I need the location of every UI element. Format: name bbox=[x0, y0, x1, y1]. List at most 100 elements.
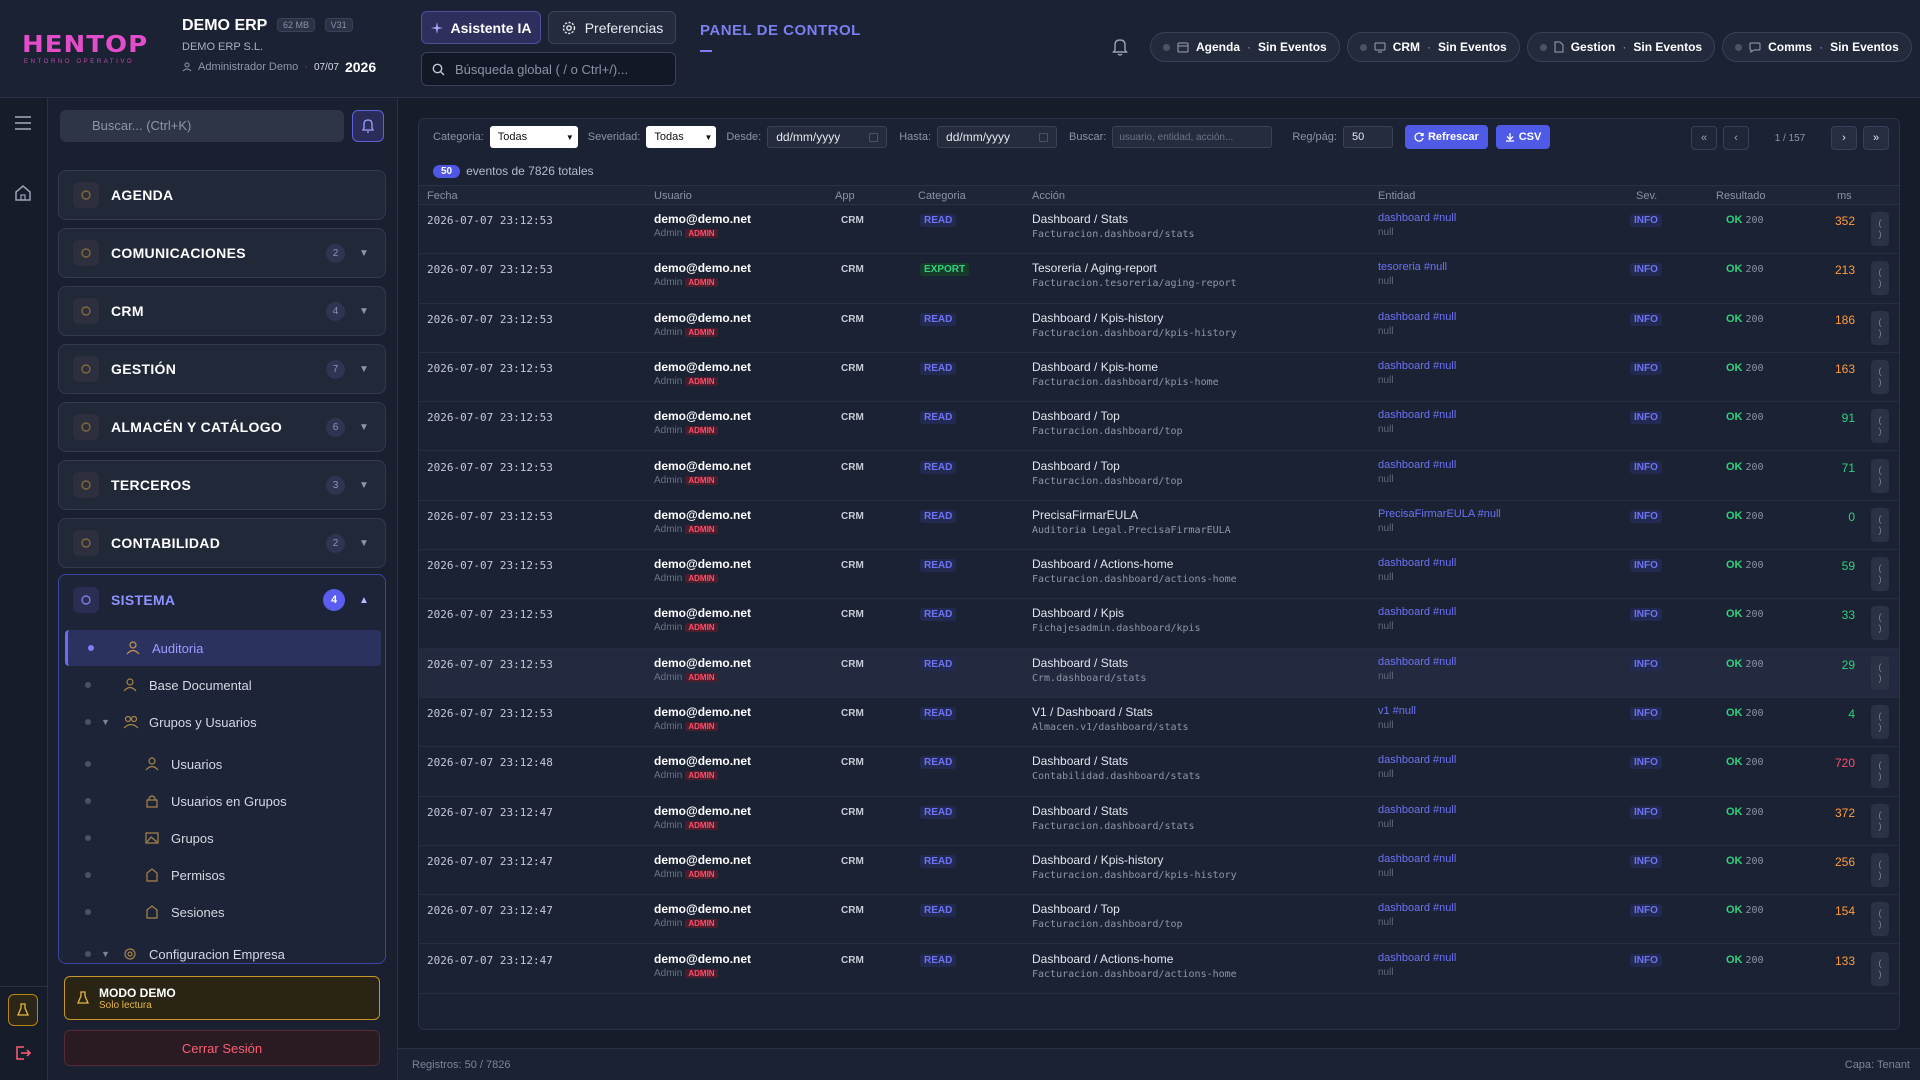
sidebar-item-permisos[interactable]: Permisos bbox=[65, 857, 381, 893]
expand-row-button[interactable]: () bbox=[1871, 310, 1889, 345]
demo-mode-rail-icon[interactable] bbox=[8, 994, 38, 1026]
expand-row-button[interactable]: () bbox=[1871, 557, 1889, 592]
entity-link[interactable]: dashboard #null bbox=[1378, 853, 1456, 865]
entity-link[interactable]: dashboard #null bbox=[1378, 754, 1456, 766]
expand-row-button[interactable]: () bbox=[1871, 951, 1889, 986]
expand-row-button[interactable]: () bbox=[1871, 212, 1889, 246]
table-row[interactable]: 2026-07-07 23:12:53 demo@demo.net Admin ADM… bbox=[419, 254, 1899, 304]
table-row[interactable]: 2026-07-07 23:12:53 demo@demo.net Admin ADM… bbox=[419, 205, 1899, 255]
entity-link[interactable]: tesoreria #null bbox=[1378, 261, 1447, 273]
sidebar-item-usuarios[interactable]: Usuarios bbox=[65, 746, 381, 782]
sidebar-item-sesiones[interactable]: Sesiones bbox=[65, 894, 381, 930]
col-header-resultado[interactable]: Resultado bbox=[1716, 190, 1766, 202]
module-crm[interactable]: CRM 4 ▼ bbox=[58, 286, 386, 336]
buscar-input[interactable]: usuario, entidad, acción... bbox=[1112, 126, 1273, 148]
module-terceros[interactable]: TERCEROS 3 ▼ bbox=[58, 460, 386, 510]
expand-row-button[interactable]: () bbox=[1871, 902, 1889, 937]
severidad-select[interactable]: Todas ▼ bbox=[646, 126, 717, 148]
table-row[interactable]: 2026-07-07 23:12:53 demo@demo.net Admin ADM… bbox=[419, 648, 1899, 698]
col-header-sev[interactable]: Sev. bbox=[1636, 190, 1657, 202]
table-row[interactable]: 2026-07-07 23:12:53 demo@demo.net Admin ADM… bbox=[419, 550, 1899, 600]
expand-row-button[interactable]: () bbox=[1871, 754, 1889, 789]
expand-row-button[interactable]: () bbox=[1871, 606, 1889, 641]
expand-row-button[interactable]: () bbox=[1871, 261, 1889, 296]
sidebar-item-base-documental[interactable]: Base Documental bbox=[65, 667, 381, 703]
expand-row-button[interactable]: () bbox=[1871, 359, 1889, 394]
col-header-app[interactable]: App bbox=[835, 190, 855, 202]
entity-link[interactable]: v1 #null bbox=[1378, 705, 1416, 717]
status-chip-agenda[interactable]: Agenda · Sin Eventos bbox=[1150, 32, 1340, 62]
entity-link[interactable]: dashboard #null bbox=[1378, 606, 1456, 618]
home-icon[interactable] bbox=[14, 184, 32, 205]
sidebar-item-grupos-usuarios[interactable]: ▼ Grupos y Usuarios bbox=[65, 704, 381, 740]
ai-assistant-button[interactable]: Asistente IA bbox=[421, 11, 541, 44]
notifications-bell-icon[interactable] bbox=[1112, 38, 1128, 59]
status-chip-comms[interactable]: Comms · Sin Eventos bbox=[1722, 32, 1912, 62]
regpag-input[interactable]: 50 bbox=[1342, 126, 1393, 148]
sidebar-search-input[interactable]: Buscar... (Ctrl+K) bbox=[60, 110, 344, 142]
table-row[interactable]: 2026-07-07 23:12:47 demo@demo.net Admin ADM… bbox=[419, 895, 1899, 945]
entity-link[interactable]: dashboard #null bbox=[1378, 902, 1456, 914]
module-gestion[interactable]: GESTIÓN 7 ▼ bbox=[58, 344, 386, 394]
sidebar-item-configuracion-empresa[interactable]: ▼ Configuracion Empresa bbox=[65, 936, 381, 963]
expand-row-button[interactable]: () bbox=[1871, 458, 1889, 493]
expand-row-button[interactable]: () bbox=[1871, 852, 1889, 887]
table-row[interactable]: 2026-07-07 23:12:47 demo@demo.net Admin ADM… bbox=[419, 945, 1899, 994]
entity-link[interactable]: dashboard #null bbox=[1378, 804, 1456, 816]
col-header-accion[interactable]: Acción bbox=[1032, 190, 1065, 202]
calendar-icon[interactable] bbox=[1039, 132, 1049, 142]
last-page-button[interactable]: » bbox=[1863, 126, 1889, 150]
prev-page-button[interactable]: ‹ bbox=[1723, 126, 1749, 150]
sidebar-item-usuarios-en-grupos[interactable]: Usuarios en Grupos bbox=[65, 783, 381, 819]
status-chip-gestion[interactable]: Gestion · Sin Eventos bbox=[1526, 32, 1716, 62]
desde-date-input[interactable]: dd/mm/yyyy bbox=[767, 126, 888, 148]
app-logo[interactable]: HENTOP ENTORNO OPERATIVO bbox=[22, 32, 147, 65]
entity-link[interactable]: dashboard #null bbox=[1378, 656, 1456, 668]
sidebar-notifications-button[interactable] bbox=[352, 110, 384, 142]
entity-link[interactable]: dashboard #null bbox=[1378, 311, 1456, 323]
sidebar-item-auditoria[interactable]: Auditoria bbox=[65, 630, 381, 666]
hamburger-menu-icon[interactable] bbox=[14, 116, 32, 133]
refresh-button[interactable]: Refrescar bbox=[1404, 125, 1488, 149]
expand-row-button[interactable]: () bbox=[1871, 803, 1889, 838]
table-row[interactable]: 2026-07-07 23:12:47 demo@demo.net Admin ADM… bbox=[419, 797, 1899, 846]
table-row[interactable]: 2026-07-07 23:12:53 demo@demo.net Admin ADM… bbox=[419, 452, 1899, 501]
table-row[interactable]: 2026-07-07 23:12:53 demo@demo.net Admin ADM… bbox=[419, 501, 1899, 551]
calendar-icon[interactable] bbox=[869, 132, 879, 142]
hasta-date-input[interactable]: dd/mm/yyyy bbox=[937, 126, 1058, 148]
csv-export-button[interactable]: CSV bbox=[1495, 125, 1551, 149]
table-row[interactable]: 2026-07-07 23:12:53 demo@demo.net Admin ADM… bbox=[419, 304, 1899, 353]
col-header-categoria[interactable]: Categoria bbox=[918, 190, 966, 202]
status-chip-crm[interactable]: CRM · Sin Eventos bbox=[1346, 32, 1520, 62]
col-header-fecha[interactable]: Fecha bbox=[427, 190, 458, 202]
module-comunicaciones[interactable]: COMUNICACIONES 2 ▼ bbox=[58, 228, 386, 278]
table-row[interactable]: 2026-07-07 23:12:48 demo@demo.net Admin ADM… bbox=[419, 747, 1899, 797]
first-page-button[interactable]: « bbox=[1691, 126, 1717, 150]
logout-button[interactable]: Cerrar Sesión bbox=[64, 1030, 380, 1066]
table-row[interactable]: 2026-07-07 23:12:53 demo@demo.net Admin ADM… bbox=[419, 353, 1899, 403]
entity-link[interactable]: PrecisaFirmarEULA #null bbox=[1378, 508, 1501, 520]
table-row[interactable]: 2026-07-07 23:12:53 demo@demo.net Admin ADM… bbox=[419, 402, 1899, 452]
entity-link[interactable]: dashboard #null bbox=[1378, 212, 1456, 224]
global-search-input[interactable]: Búsqueda global ( / o Ctrl+/)... bbox=[421, 52, 676, 86]
col-header-usuario[interactable]: Usuario bbox=[654, 190, 692, 202]
expand-row-button[interactable]: () bbox=[1871, 507, 1889, 542]
categoria-select[interactable]: Todas ▼ bbox=[489, 126, 578, 148]
preferences-button[interactable]: Preferencias bbox=[548, 11, 676, 44]
logout-icon[interactable] bbox=[14, 1044, 32, 1065]
table-row[interactable]: 2026-07-07 23:12:53 demo@demo.net Admin ADM… bbox=[419, 698, 1899, 748]
sidebar-item-grupos[interactable]: Grupos bbox=[65, 820, 381, 856]
col-header-ms[interactable]: ms bbox=[1837, 190, 1852, 202]
module-almacen[interactable]: ALMACÉN Y CATÁLOGO 6 ▼ bbox=[58, 402, 386, 452]
entity-link[interactable]: dashboard #null bbox=[1378, 952, 1456, 964]
entity-link[interactable]: dashboard #null bbox=[1378, 409, 1456, 421]
entity-link[interactable]: dashboard #null bbox=[1378, 459, 1456, 471]
table-row[interactable]: 2026-07-07 23:12:47 demo@demo.net Admin ADM… bbox=[419, 846, 1899, 896]
expand-row-button[interactable]: () bbox=[1871, 409, 1889, 444]
entity-link[interactable]: dashboard #null bbox=[1378, 360, 1456, 372]
table-row[interactable]: 2026-07-07 23:12:53 demo@demo.net Admin ADM… bbox=[419, 599, 1899, 649]
expand-row-button[interactable]: () bbox=[1871, 705, 1889, 739]
module-agenda[interactable]: AGENDA bbox=[58, 170, 386, 220]
next-page-button[interactable]: › bbox=[1831, 126, 1857, 150]
col-header-entidad[interactable]: Entidad bbox=[1378, 190, 1415, 202]
